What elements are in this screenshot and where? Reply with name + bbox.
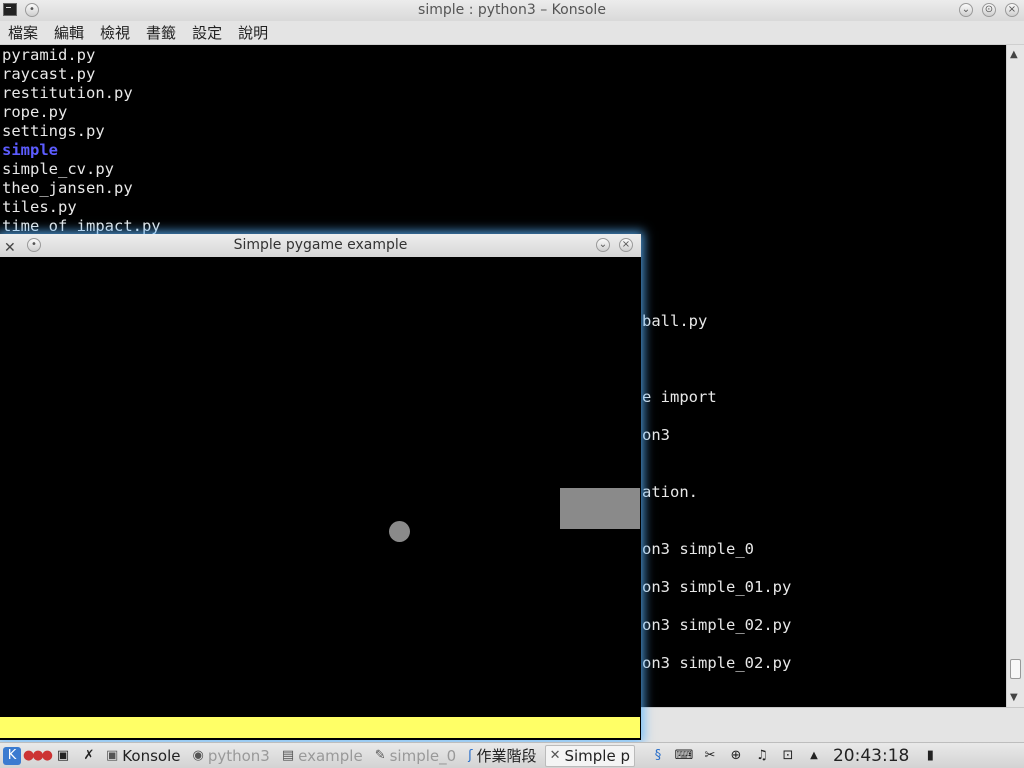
menu-bookmarks[interactable]: 書籤 [138, 21, 184, 45]
pygame-canvas[interactable] [0, 257, 640, 717]
menu-settings[interactable]: 設定 [184, 21, 230, 45]
close-icon[interactable]: × [1005, 3, 1019, 17]
minimize-icon[interactable]: ⌄ [959, 3, 973, 17]
updates-icon[interactable]: ⊕ [726, 746, 746, 766]
maximize-icon[interactable]: ⊙ [982, 3, 996, 17]
taskbar-item-python3[interactable]: ◉ python3 [188, 745, 273, 767]
display-icon[interactable]: ⊡ [778, 746, 798, 766]
close-icon[interactable]: × [619, 238, 633, 252]
taskbar-item-example[interactable]: ▤ example [278, 745, 367, 767]
physics-ground [0, 717, 640, 738]
terminal-line: theo_jansen.py [2, 179, 133, 197]
terminal-line: tiles.py [2, 198, 77, 216]
activities-icon[interactable]: ●●● [23, 746, 53, 766]
terminal-line: on3 simple_0 [642, 540, 754, 558]
taskbar-item-konsole[interactable]: ▣ Konsole [102, 745, 184, 767]
minimize-icon[interactable]: ⌄ [596, 238, 610, 252]
konsole-menubar: 檔案 編輯 檢視 書籤 設定 說明 [0, 21, 1024, 45]
menu-help[interactable]: 說明 [230, 21, 276, 45]
network-icon[interactable]: § [648, 746, 668, 766]
terminal-line: raycast.py [2, 65, 96, 83]
pygame-window[interactable]: ✕ • Simple pygame example ⌄ × [0, 234, 641, 740]
physics-ball [389, 521, 410, 542]
python-icon: ◉ [192, 748, 204, 763]
show-desktop-icon[interactable]: ▣ [53, 746, 73, 766]
terminal-scrollbar[interactable]: ▲ ▼ [1006, 45, 1024, 707]
trash-icon[interactable]: ▮ [920, 746, 940, 766]
pygame-title: Simple pygame example [233, 237, 408, 253]
taskbar: K ●●● ▣ ✗ ▣ Konsole ◉ python3 ▤ example … [0, 742, 1024, 768]
x-app-icon: ✕ [549, 748, 561, 763]
menu-file[interactable]: 檔案 [0, 21, 46, 45]
terminal-line: rope.py [2, 103, 68, 121]
clipboard-icon[interactable]: ✂ [700, 746, 720, 766]
konsole-titlebar[interactable]: • simple : python3 – Konsole ⌄ ⊙ × [0, 0, 1024, 21]
session-icon: ʃ [468, 748, 473, 763]
konsole-title: simple : python3 – Konsole [418, 2, 606, 18]
keyboard-icon[interactable]: ⌨ [674, 746, 694, 766]
terminal-line-directory: simple [2, 141, 58, 159]
taskbar-item-simple[interactable]: ✎ simple_0 [371, 745, 460, 767]
terminal-line: on3 simple_01.py [642, 578, 792, 596]
tools-icon[interactable]: ✗ [79, 746, 99, 766]
terminal-line: restitution.py [2, 84, 133, 102]
menu-edit[interactable]: 編輯 [46, 21, 92, 45]
terminal-line: settings.py [2, 122, 105, 140]
taskbar-item-session[interactable]: ʃ 作業階段 [464, 745, 540, 767]
pin-icon[interactable]: • [25, 3, 39, 17]
pygame-titlebar[interactable]: ✕ • Simple pygame example ⌄ × [0, 234, 641, 257]
volume-icon[interactable]: ♫ [752, 746, 772, 766]
file-manager-icon: ▤ [281, 748, 295, 763]
scrollbar-thumb[interactable] [1010, 659, 1021, 679]
terminal-line: on3 simple_02.py [642, 616, 792, 634]
terminal-app-icon[interactable] [3, 3, 17, 16]
terminal-line: on3 simple_02.py [642, 654, 792, 672]
scroll-up-icon[interactable]: ▲ [1010, 49, 1018, 60]
terminal-icon: ▣ [106, 748, 119, 763]
editor-icon: ✎ [374, 748, 386, 763]
taskbar-item-simple-pygame[interactable]: ✕ Simple p [544, 744, 635, 767]
menu-view[interactable]: 檢視 [92, 21, 138, 45]
kde-menu-icon[interactable]: K [3, 746, 21, 765]
terminal-line: e import [642, 388, 717, 406]
physics-box [560, 488, 640, 529]
clock[interactable]: 20:43:18 [833, 746, 909, 766]
terminal-line: ation. [642, 483, 698, 501]
scroll-down-icon[interactable]: ▼ [1010, 692, 1018, 703]
terminal-line: on3 [642, 426, 670, 444]
system-tray: § ⌨ ✂ ⊕ ♫ ⊡ ▲ [645, 746, 827, 766]
terminal-line: pyramid.py [2, 46, 96, 64]
pin-icon[interactable]: • [27, 238, 41, 252]
terminal-line: ball.py [642, 312, 708, 330]
terminal-line: simple_cv.py [2, 160, 114, 178]
tray-expand-icon[interactable]: ▲ [804, 746, 824, 766]
